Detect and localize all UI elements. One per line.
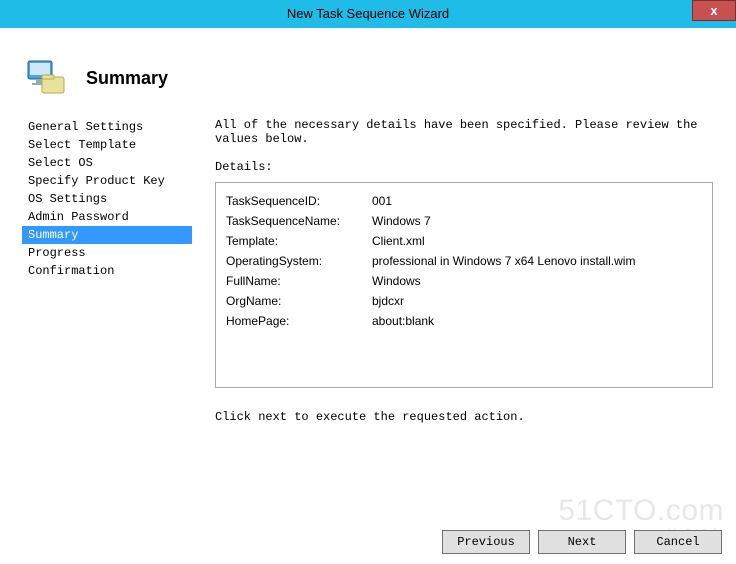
detail-value: 001 — [372, 191, 702, 211]
sidebar-item-summary[interactable]: Summary — [22, 226, 192, 244]
header: Summary — [0, 28, 736, 110]
previous-button[interactable]: Previous — [442, 530, 530, 554]
detail-key: HomePage: — [226, 311, 372, 331]
button-row: Previous Next Cancel — [442, 530, 722, 554]
titlebar: New Task Sequence Wizard x — [0, 0, 736, 28]
details-box: TaskSequenceID:001TaskSequenceName:Windo… — [215, 182, 713, 388]
detail-row: OrgName:bjdcxr — [226, 291, 702, 311]
detail-key: OrgName: — [226, 291, 372, 311]
sidebar-item-admin-password[interactable]: Admin Password — [22, 208, 192, 226]
detail-key: Template: — [226, 231, 372, 251]
detail-row: HomePage:about:blank — [226, 311, 702, 331]
detail-row: OperatingSystem:professional in Windows … — [226, 251, 702, 271]
detail-key: OperatingSystem: — [226, 251, 372, 271]
cancel-button[interactable]: Cancel — [634, 530, 722, 554]
sidebar-item-progress[interactable]: Progress — [22, 244, 192, 262]
sidebar-item-os-settings[interactable]: OS Settings — [22, 190, 192, 208]
footer-instruction: Click next to execute the requested acti… — [215, 410, 724, 424]
intro-text: All of the necessary details have been s… — [215, 118, 724, 146]
detail-key: FullName: — [226, 271, 372, 291]
details-label: Details: — [215, 160, 724, 174]
detail-row: Template:Client.xml — [226, 231, 702, 251]
detail-row: TaskSequenceName:Windows 7 — [226, 211, 702, 231]
sidebar-item-select-os[interactable]: Select OS — [22, 154, 192, 172]
client-area: Summary General SettingsSelect TemplateS… — [0, 28, 736, 564]
title-text: New Task Sequence Wizard — [287, 6, 449, 21]
detail-value: bjdcxr — [372, 291, 702, 311]
detail-value: Client.xml — [372, 231, 702, 251]
detail-key: TaskSequenceName: — [226, 211, 372, 231]
detail-row: TaskSequenceID:001 — [226, 191, 702, 211]
sidebar-item-confirmation[interactable]: Confirmation — [22, 262, 192, 280]
detail-value: about:blank — [372, 311, 702, 331]
detail-value: professional in Windows 7 x64 Lenovo ins… — [372, 251, 702, 271]
sidebar-item-specify-product-key[interactable]: Specify Product Key — [22, 172, 192, 190]
page-title: Summary — [86, 68, 168, 89]
detail-key: TaskSequenceID: — [226, 191, 372, 211]
sidebar-item-select-template[interactable]: Select Template — [22, 136, 192, 154]
sidebar-item-general-settings[interactable]: General Settings — [22, 118, 192, 136]
detail-value: Windows 7 — [372, 211, 702, 231]
content-area: All of the necessary details have been s… — [215, 118, 724, 564]
sidebar: General SettingsSelect TemplateSelect OS… — [22, 118, 192, 280]
next-button[interactable]: Next — [538, 530, 626, 554]
wizard-icon — [22, 55, 68, 101]
detail-row: FullName:Windows — [226, 271, 702, 291]
detail-value: Windows — [372, 271, 702, 291]
close-button[interactable]: x — [692, 0, 736, 21]
